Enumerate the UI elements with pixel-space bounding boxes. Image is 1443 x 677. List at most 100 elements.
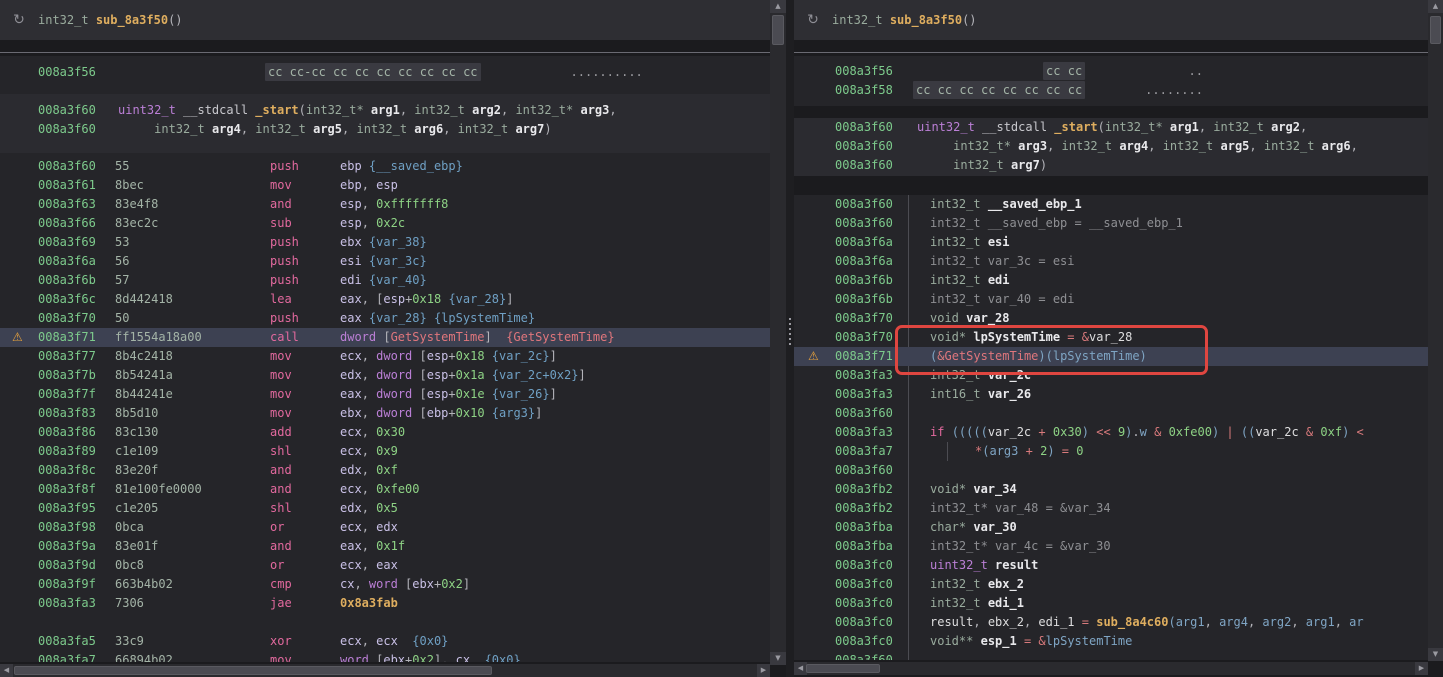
address[interactable]: 008a3fa3	[835, 385, 930, 404]
token[interactable]	[89, 13, 96, 27]
token[interactable]: esp	[427, 368, 449, 382]
token[interactable]: ,	[1047, 139, 1061, 153]
instruction-bytes[interactable]: 8bec	[115, 176, 270, 195]
token[interactable]	[427, 311, 434, 325]
token[interactable]: 0x1e	[456, 387, 485, 401]
token[interactable]: =	[1082, 615, 1089, 629]
token[interactable]: 0x9	[376, 444, 398, 458]
token[interactable]: edi	[988, 273, 1010, 287]
token[interactable]: ,	[400, 103, 414, 117]
mnemonic[interactable]: mov	[270, 366, 340, 385]
token[interactable]: ,	[501, 103, 515, 117]
address[interactable]: 008a3f60	[38, 157, 115, 176]
disasm-row[interactable]: 008a3f9f663b4b02cmpcx, word [ebx+0x2]	[0, 575, 770, 594]
token[interactable]: )(	[1038, 349, 1052, 363]
disasm-row[interactable]: 008a3fa533c9xorecx, ecx {0x0}	[0, 632, 770, 651]
scroll-right-icon[interactable]: ▶	[1415, 662, 1428, 675]
address[interactable]: 008a3f9f	[38, 575, 115, 594]
token[interactable]: int32_t	[38, 13, 89, 27]
token[interactable]	[883, 13, 890, 27]
token[interactable]: var_26	[988, 387, 1031, 401]
token[interactable]: int32_t	[930, 577, 981, 591]
token[interactable]	[1299, 425, 1306, 439]
mnemonic[interactable]: push	[270, 252, 340, 271]
token[interactable]: &	[1038, 634, 1045, 648]
token[interactable]: dword	[376, 387, 412, 401]
token[interactable]: var_2c	[1255, 425, 1298, 439]
address[interactable]: 008a3f60	[835, 214, 930, 233]
token[interactable]	[118, 122, 154, 136]
token[interactable]: 0x30	[376, 425, 405, 439]
token[interactable]	[981, 596, 988, 610]
decomp-row[interactable]: 008a3fa3if (((((var_2c + 0x30) << 9).w &…	[794, 423, 1428, 442]
token[interactable]	[973, 634, 980, 648]
token[interactable]: eax	[340, 539, 362, 553]
token[interactable]: dword	[376, 349, 412, 363]
token[interactable]: int32_t	[832, 13, 883, 27]
token[interactable]	[1033, 444, 1040, 458]
token[interactable]	[470, 653, 484, 662]
token[interactable]: void**	[930, 634, 973, 648]
token[interactable]	[917, 139, 953, 153]
instruction-bytes[interactable]: 8b4c2418	[115, 347, 270, 366]
token[interactable]: arg1	[1306, 615, 1335, 629]
token[interactable]: arg1	[1176, 615, 1205, 629]
token[interactable]: eax	[340, 387, 362, 401]
token[interactable]: +	[1038, 425, 1045, 439]
disasm-row[interactable]: 008a3f8f81e100fe0000andecx, 0xfe00	[0, 480, 770, 499]
token[interactable]: arg2	[472, 103, 501, 117]
token[interactable]: ,	[354, 577, 368, 591]
token[interactable]: [	[376, 330, 390, 344]
address[interactable]: 008a3f56	[835, 62, 913, 81]
token[interactable]: arg2	[1271, 120, 1300, 134]
address[interactable]: 008a3f6a	[835, 252, 930, 271]
instruction-bytes[interactable]: ff1554a18a00	[115, 328, 270, 347]
instruction-bytes[interactable]: 8b54241a	[115, 366, 270, 385]
instruction-bytes[interactable]: 8d442418	[115, 290, 270, 309]
decomp-row[interactable]: 008a3f60	[794, 461, 1428, 480]
pane-splitter[interactable]	[786, 0, 794, 677]
token[interactable]	[981, 368, 988, 382]
address[interactable]: 008a3f63	[38, 195, 115, 214]
instruction-bytes[interactable]: 83c130	[115, 423, 270, 442]
token[interactable]: w	[1140, 425, 1147, 439]
token[interactable]: ,	[362, 425, 376, 439]
token[interactable]: {0x0}	[485, 653, 521, 662]
mnemonic[interactable]: and	[270, 537, 340, 556]
token[interactable]: ()	[168, 13, 182, 27]
token[interactable]: ((	[1241, 425, 1255, 439]
token[interactable]: sub_8a3f50	[890, 13, 962, 27]
token[interactable]	[362, 159, 369, 173]
token[interactable]	[1264, 120, 1271, 134]
token[interactable]: {lpSystemTime}	[434, 311, 535, 325]
token[interactable]: ,	[362, 482, 376, 496]
token[interactable]: arg6	[414, 122, 443, 136]
token[interactable]: int32_t	[1264, 139, 1315, 153]
disasm-row[interactable]: 008a3f6a56pushesi {var_3c}	[0, 252, 770, 271]
token[interactable]: int32_t	[930, 368, 981, 382]
address[interactable]: 008a3f71	[835, 347, 930, 366]
token[interactable]: esi	[988, 235, 1010, 249]
token[interactable]: arg2	[1262, 615, 1291, 629]
token[interactable]: var_2c	[988, 368, 1031, 382]
token[interactable]: (	[299, 103, 306, 117]
token[interactable]: sub_8a3f50	[96, 13, 168, 27]
token[interactable]: ecx	[376, 634, 398, 648]
token[interactable]: dword	[376, 368, 412, 382]
token[interactable]: int32_t* var_48 = &var_34	[930, 501, 1111, 515]
token[interactable]: int32_t	[255, 122, 306, 136]
token[interactable]: ,	[1291, 615, 1305, 629]
token[interactable]: lpSystemTime	[1053, 349, 1140, 363]
decomp-row[interactable]: 008a3fc0int32_t edi_1	[794, 594, 1428, 613]
token[interactable]	[975, 120, 982, 134]
address[interactable]: 008a3f60	[835, 461, 930, 480]
mnemonic[interactable]: sub	[270, 214, 340, 233]
disasm-row[interactable]: 008a3f838b5d10movebx, dword [ebp+0x10 {a…	[0, 404, 770, 423]
scrollbar-thumb[interactable]	[772, 15, 784, 45]
token[interactable]: int32_t*	[306, 103, 364, 117]
token[interactable]	[917, 158, 953, 172]
token[interactable]: ,	[342, 122, 356, 136]
address[interactable]: 008a3f6c	[38, 290, 115, 309]
prototype-row[interactable]: 008a3f60 int32_t* arg3, int32_t arg4, in…	[794, 137, 1428, 156]
mnemonic[interactable]: push	[270, 233, 340, 252]
